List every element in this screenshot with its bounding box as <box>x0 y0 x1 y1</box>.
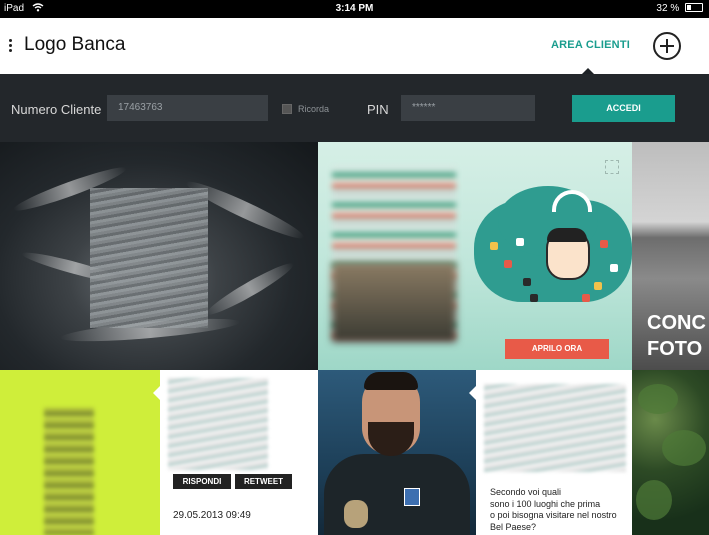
numero-cliente-label: Numero Cliente <box>11 102 102 117</box>
pin-label: PIN <box>367 102 389 117</box>
portrait-photo-tile[interactable] <box>318 370 476 535</box>
accedi-button[interactable]: ACCEDI <box>572 95 675 122</box>
rispondi-button[interactable]: RISPONDI <box>173 474 231 489</box>
numero-cliente-input[interactable]: 17463763 <box>107 95 268 121</box>
blurred-image-overlay <box>44 408 94 535</box>
tweet-text: Secondo voi quali sono i 100 luoghi che … <box>490 487 617 532</box>
area-clienti-link[interactable]: AREA CLIENTI <box>551 39 630 51</box>
device-icon <box>610 264 618 272</box>
device-icon <box>530 294 538 302</box>
top-bar: Logo Banca AREA CLIENTI <box>0 18 709 75</box>
clock: 3:14 PM <box>335 3 374 14</box>
ricorda-label: Ricorda <box>298 104 330 114</box>
blurred-image-overlay <box>90 188 208 328</box>
tweet-card[interactable]: RISPONDI RETWEET 29.05.2013 09:49 <box>153 370 318 535</box>
bank-logo[interactable]: Logo Banca <box>24 34 125 56</box>
blurred-tweet-text <box>168 378 268 470</box>
battery-icon <box>685 3 703 12</box>
device-icon <box>504 260 512 268</box>
aprilo-ora-button[interactable]: APRILO ORA <box>505 339 609 359</box>
ricorda-checkbox[interactable] <box>282 104 292 114</box>
forest-photo-tile[interactable] <box>632 370 709 535</box>
device-icon <box>490 242 498 250</box>
promo-tile[interactable]: APRILO ORA <box>318 142 632 370</box>
retweet-button[interactable]: RETWEET <box>235 474 292 489</box>
device-icon <box>516 238 524 246</box>
device-icon <box>594 282 602 290</box>
status-bar: iPad 3:14 PM 32 % <box>0 0 709 18</box>
device-icon <box>600 240 608 248</box>
tweet-date: 29.05.2013 09:49 <box>173 510 251 521</box>
more-menu-icon[interactable] <box>9 39 13 54</box>
lime-image-tile[interactable] <box>0 370 160 535</box>
tweet-card[interactable]: Secondo voi quali sono i 100 luoghi che … <box>469 370 632 535</box>
blurred-tweet-text <box>484 384 626 472</box>
shirt-emblem <box>344 500 368 528</box>
expand-icon[interactable] <box>605 160 619 174</box>
pin-input[interactable]: ****** <box>401 95 535 121</box>
shirt-badge <box>404 488 420 506</box>
add-icon[interactable] <box>653 32 681 60</box>
lake-photo-tile[interactable]: CONC FOTO <box>632 142 709 370</box>
lake-tile-title: CONC FOTO <box>647 312 706 360</box>
device-icon <box>523 278 531 286</box>
login-panel: Numero Cliente 17463763 Ricorda PIN ****… <box>0 74 709 142</box>
earth-image-tile[interactable] <box>0 142 318 370</box>
battery-percent: 32 % <box>656 3 680 14</box>
device-icon <box>582 294 590 302</box>
